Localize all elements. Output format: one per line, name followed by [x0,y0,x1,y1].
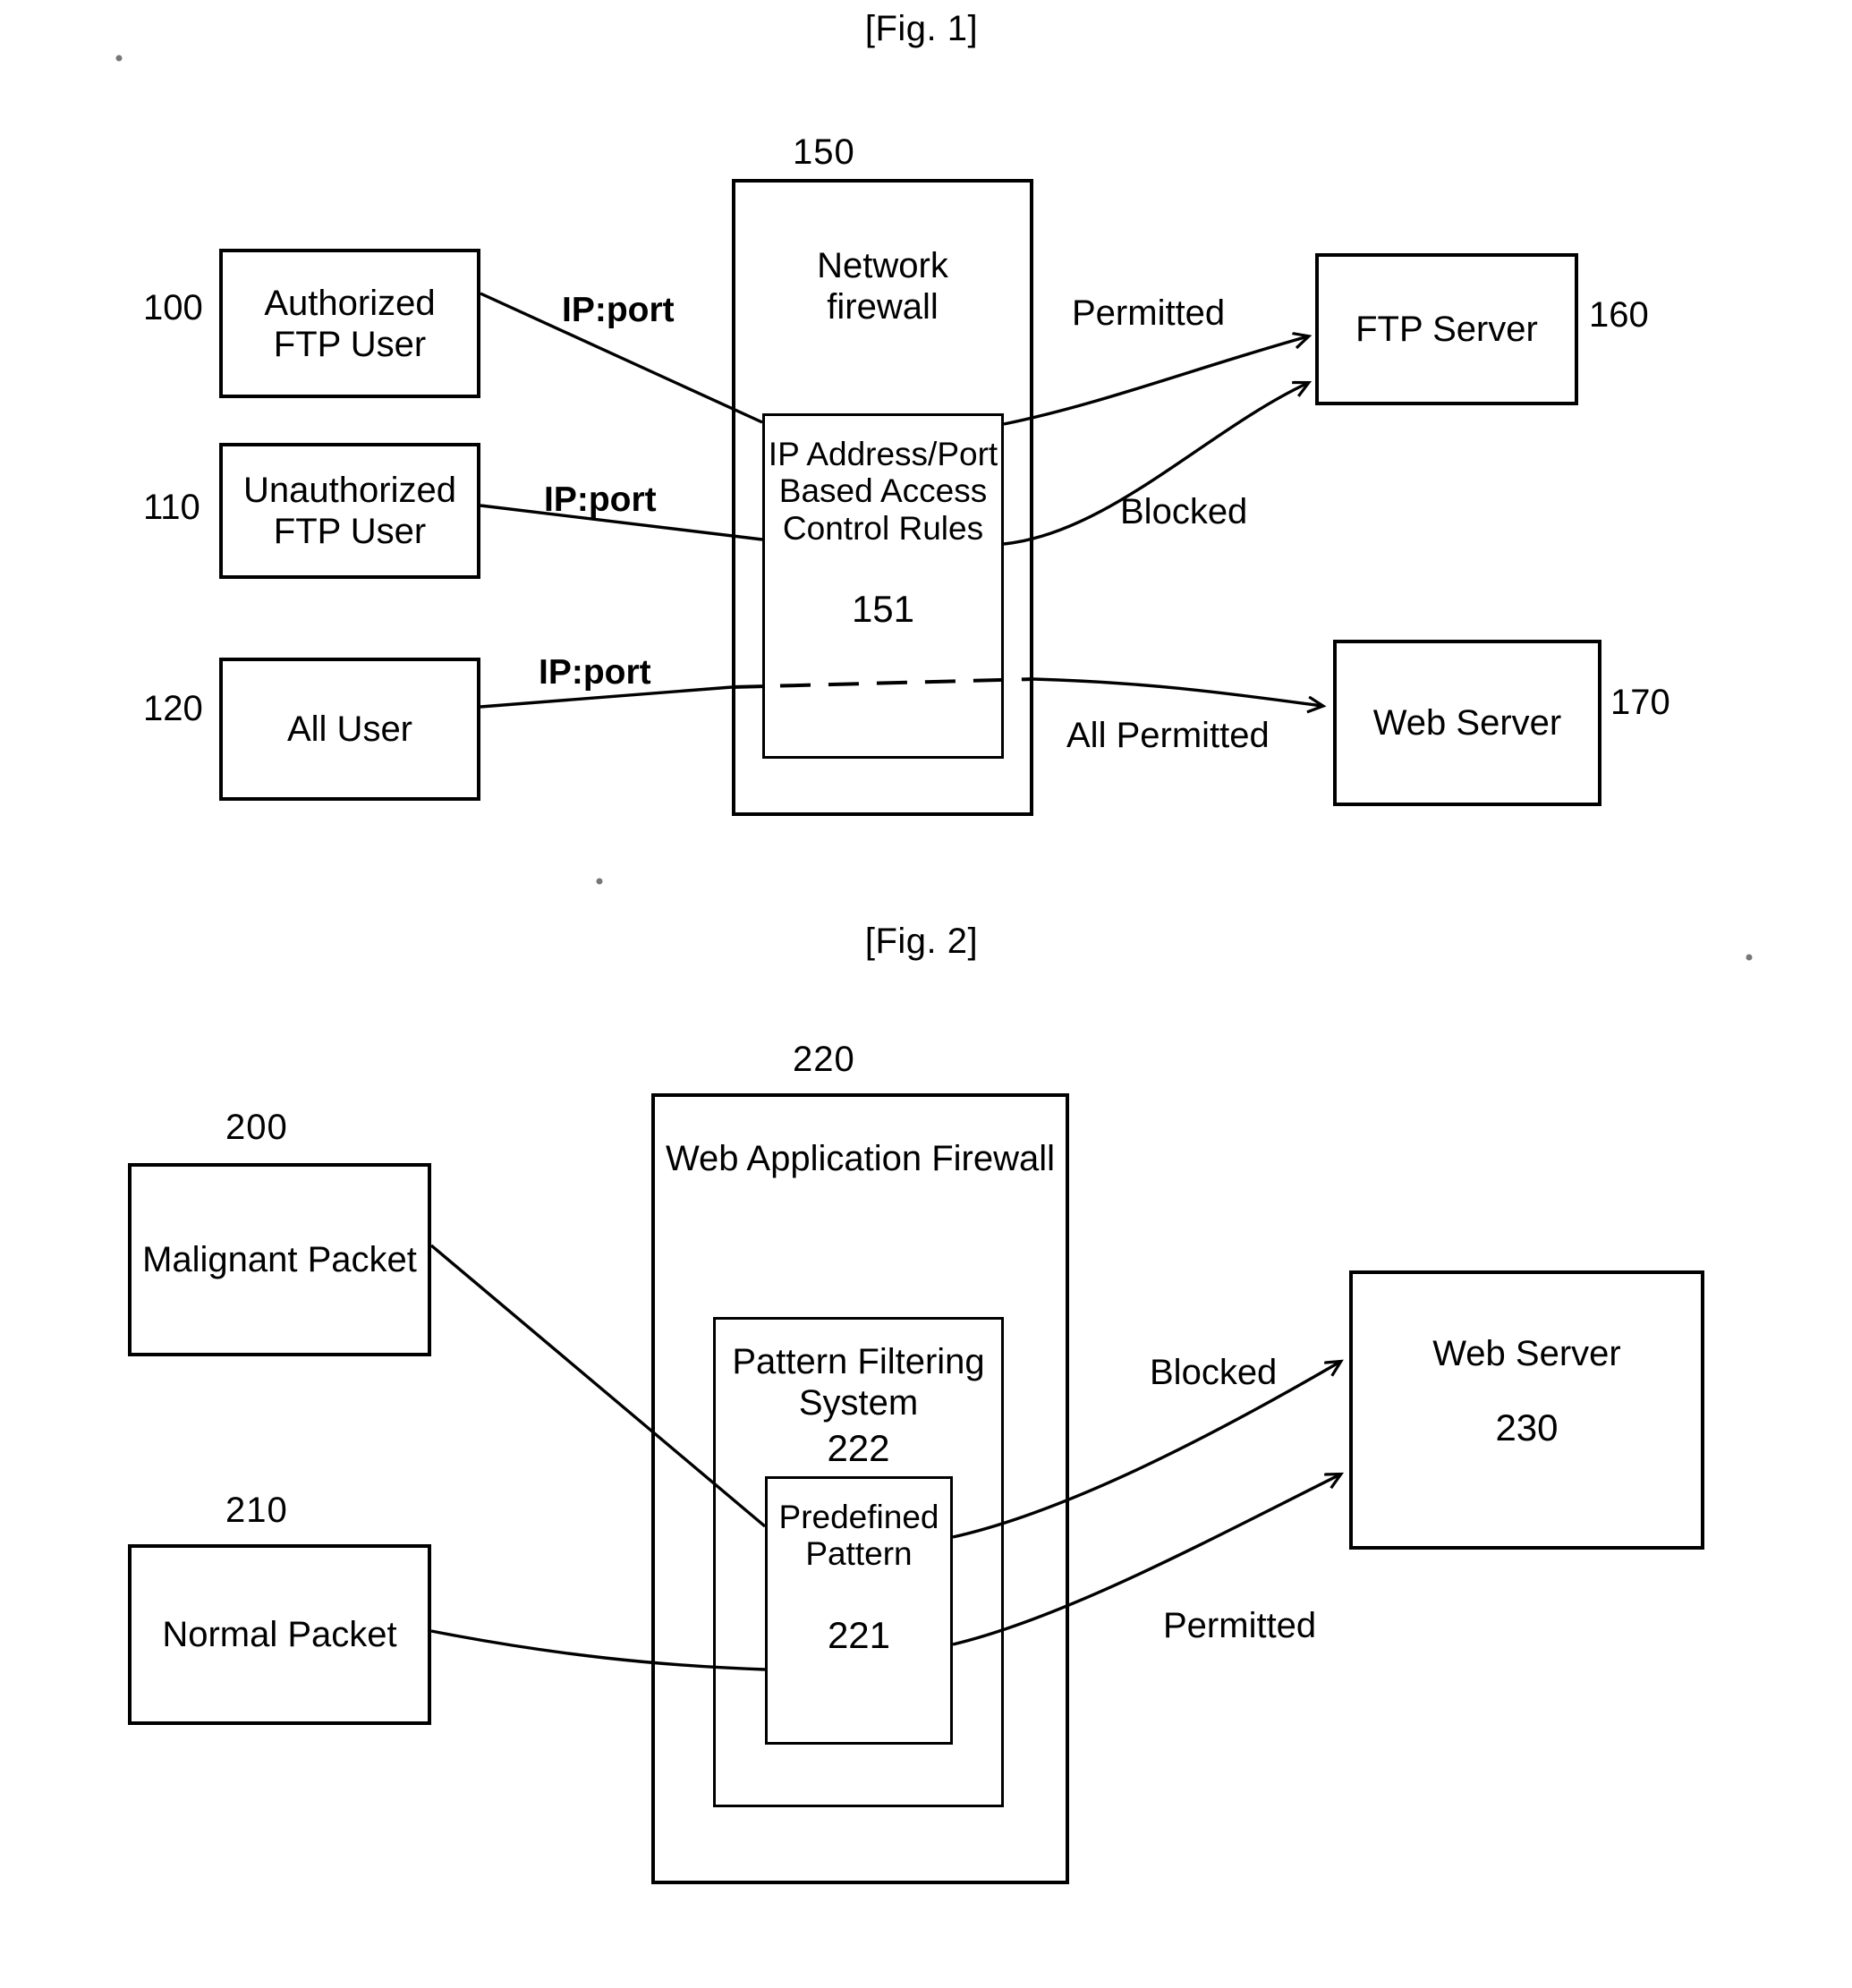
node-web-server-fig1: Web Server [1333,640,1601,806]
node-all-user: All User [219,658,480,801]
node-access-control-rules-label: IP Address/Port Based Access Control Rul… [768,436,998,547]
ref-221: 221 [827,1613,891,1656]
edge-permitted-to-ftp [1003,336,1308,426]
edge-alluser-to-webserver [1032,677,1322,706]
ref-170: 170 [1610,683,1670,722]
ref-220: 220 [793,1040,855,1079]
edge-label-blocked-fig2: Blocked [1150,1353,1278,1392]
ref-200: 200 [225,1108,288,1147]
node-web-server-fig2-label: Web Server [1432,1334,1621,1373]
node-unauthorized-ftp-user: Unauthorized FTP User [219,443,480,579]
node-ftp-server-label: FTP Server [1355,310,1538,349]
node-ftp-server: FTP Server [1315,253,1578,405]
node-normal-packet: Normal Packet [128,1544,431,1725]
ref-151: 151 [851,588,915,631]
node-all-user-label: All User [286,709,413,749]
node-web-application-firewall-label: Web Application Firewall [665,1139,1056,1178]
node-malignant-packet-label: Malignant Packet [142,1240,417,1279]
node-pattern-filtering-system-label: Pattern Filtering System [732,1342,985,1423]
ref-160: 160 [1589,295,1649,335]
node-unauthorized-ftp-user-label: Unauthorized FTP User [243,471,456,551]
node-web-server-fig1-label: Web Server [1372,703,1562,743]
ref-110: 110 [143,488,200,527]
edge-label-ipport-2: IP:port [544,480,657,519]
node-predefined-pattern: Predefined Pattern 221 [765,1476,953,1745]
edge-label-all-permitted: All Permitted [1066,716,1270,755]
scan-speck [596,878,603,885]
node-authorized-ftp-user-label: Authorized FTP User [264,283,436,364]
node-network-firewall-label: Network firewall [817,246,948,327]
node-web-server-fig2: Web Server 230 [1349,1270,1704,1550]
ref-222: 222 [827,1427,890,1469]
ref-150: 150 [793,132,855,172]
scan-speck [1746,954,1753,961]
edge-label-ipport-1: IP:port [562,291,675,329]
figure-1-title: [Fig. 1] [864,9,979,48]
edge-label-blocked-fig1: Blocked [1120,492,1248,531]
node-malignant-packet: Malignant Packet [128,1163,431,1356]
ref-230: 230 [1495,1406,1559,1449]
figure-2-title: [Fig. 2] [864,922,979,961]
edge-label-permitted-fig1: Permitted [1072,293,1226,333]
scan-speck [115,55,123,62]
ref-100: 100 [143,288,203,327]
patent-drawing-sheet: [Fig. 1] 100 Authorized FTP User 110 Una… [0,0,1852,1988]
node-access-control-rules: IP Address/Port Based Access Control Rul… [762,413,1004,759]
edge-label-permitted-fig2: Permitted [1163,1606,1317,1645]
node-predefined-pattern-label: Predefined Pattern [778,1499,939,1573]
edge-label-ipport-3: IP:port [539,653,651,692]
ref-120: 120 [143,689,203,728]
node-normal-packet-label: Normal Packet [162,1615,397,1654]
node-authorized-ftp-user: Authorized FTP User [219,249,480,398]
ref-210: 210 [225,1491,288,1530]
